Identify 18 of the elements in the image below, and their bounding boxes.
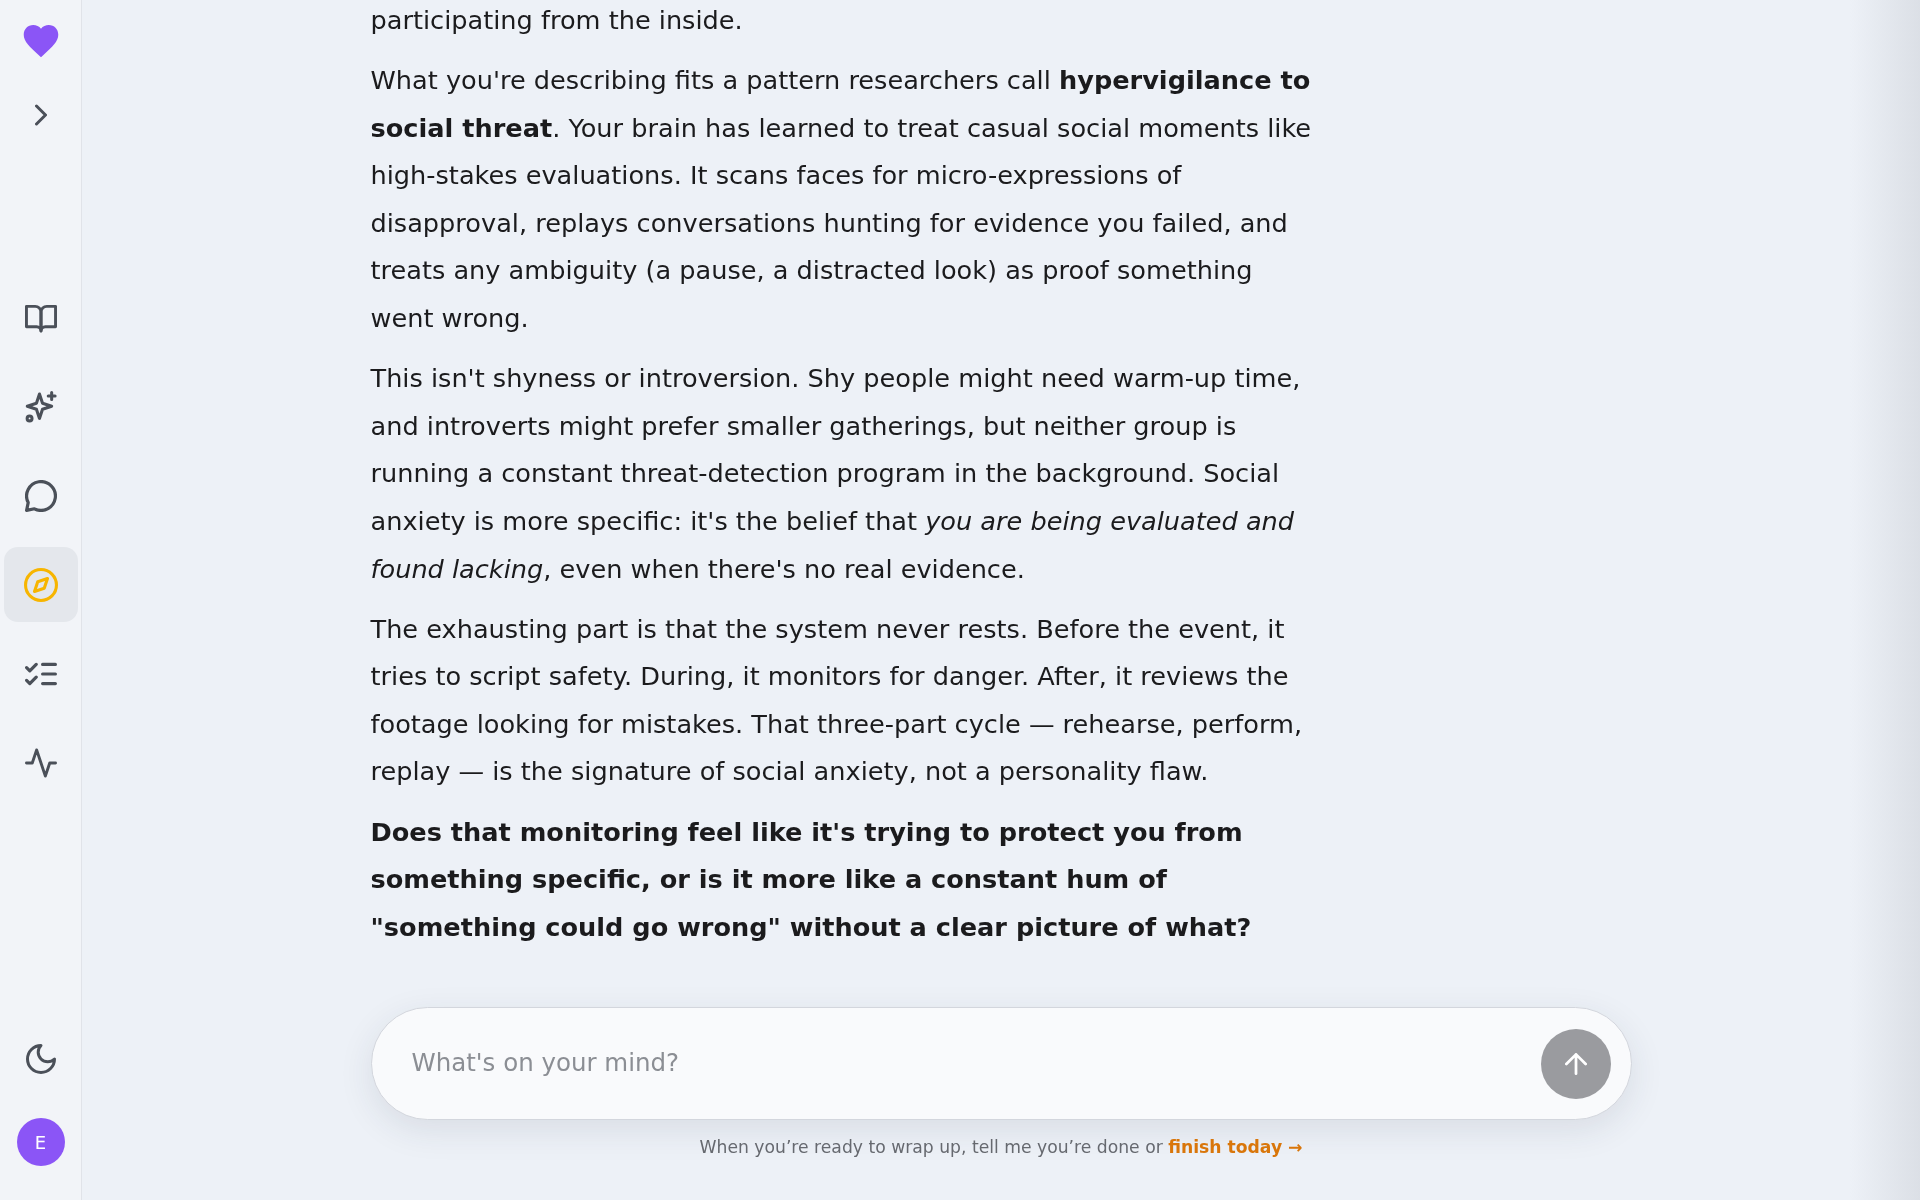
sparkle-icon	[24, 390, 57, 423]
finish-today-link[interactable]: finish today →	[1168, 1137, 1303, 1158]
message-paragraph: participating from the inside.	[370, 4, 744, 37]
message-paragraph: What you're describing fits a pattern researchers call hypervigilance to social threat. Your brain has learned to treat casual social moments like high-stakes evaluations. It scans faces for micro-expressions of disapproval, replays conversations hunting for evidence you failed, and treats any ambiguity (a pause, a distracted look) as proof something went wrong.	[370, 64, 1313, 336]
pulse-icon	[24, 746, 57, 779]
user-avatar[interactable]: E	[16, 1118, 65, 1166]
message-paragraph: The exhausting part is that the system never rests. Before the event, it tries to script safety. During, it monitors for danger. After, it reviews the footage looking for mistakes. That three-part cycle — rehearse, perform, replay — is the signature of social anxiety, not a personality flaw.	[370, 612, 1304, 789]
chevron-right-icon	[34, 104, 47, 126]
follow-up-question: Does that monitoring feel like it's trying to protect you from something specific, or is it more like a constant hum of "something could go wrong" without a clear picture of what?	[370, 815, 1253, 944]
wrap-up-hint: When you’re ready to wrap up, tell me you’re done or finish today →	[698, 1136, 1304, 1160]
message-paragraph: This isn't shyness or introversion. Shy people might need warm-up time, and introverts might prefer smaller gatherings, but neither group is running a constant threat-detection program in the background. Social anxiety is more specific: it's the belief that you are being evaluated and found lacking, even when there's no real evidence.	[370, 362, 1302, 586]
heart-icon	[21, 24, 60, 58]
message-field[interactable]: What's on your mind?	[370, 1007, 1632, 1121]
compass-icon	[23, 567, 58, 602]
speech-bubble-icon	[24, 479, 57, 512]
message-input[interactable]: What's on your mind?	[411, 1039, 1541, 1089]
arrow-up-icon	[1564, 1052, 1587, 1075]
moon-icon	[25, 1044, 56, 1074]
